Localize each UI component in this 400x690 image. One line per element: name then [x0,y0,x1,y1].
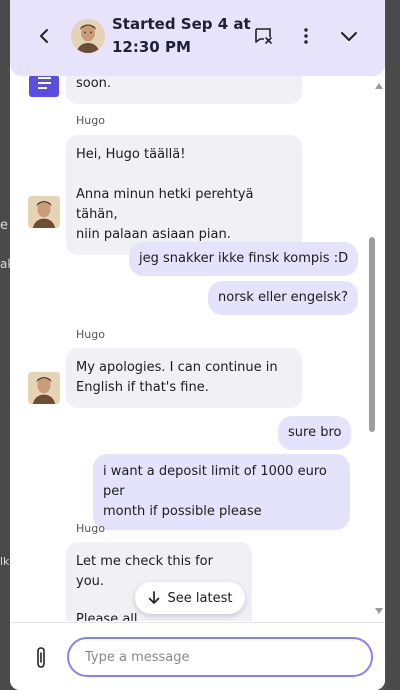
chat-title: Started Sep 4 at 12:30 PM [112,15,251,56]
message-text: i want a deposit limit of 1000 euro per [103,464,327,499]
chevron-left-icon [40,29,48,43]
paperclip-icon [37,647,45,668]
message-bubble-outgoing: jeg snakker ikke finsk kompis :D [129,242,359,276]
sender-name: Hugo [76,114,105,127]
scrollbar-thumb[interactable] [369,237,375,432]
message-bubble-outgoing: sure bro [278,416,352,450]
chat-bubble-icon [38,77,51,89]
message-text: month if possible please [103,504,262,519]
background-text: lk [0,555,10,568]
message-text: norsk eller engelsk? [218,290,348,305]
end-chat-button[interactable] [248,21,278,51]
end-chat-icon [255,28,272,44]
message-text: My apologies. I can continue in [76,360,278,375]
more-options-button[interactable] [291,21,321,51]
person-photo-icon [28,372,60,404]
background-text: e [0,218,8,233]
more-vertical-icon [304,28,308,44]
message-text: sure bro [288,425,342,440]
message-bubble-incoming: soon. [66,76,302,104]
agent-avatar [71,19,105,53]
message-text: soon. [76,76,112,91]
sender-name: Hugo [76,328,105,341]
chat-panel: Started Sep 4 at 12:30 PM soon. Hugo Hei… [10,0,385,690]
bot-message-icon [29,76,59,97]
see-latest-button[interactable]: See latest [135,582,245,614]
person-photo-icon [28,196,60,228]
scroll-up-arrow-icon[interactable] [375,83,383,89]
message-bubble-outgoing: i want a deposit limit of 1000 euro per … [93,454,350,530]
see-latest-label: See latest [167,590,233,606]
message-text: Anna minun hetki perehtyä tähän, [76,187,254,222]
chevron-down-icon [341,32,357,41]
scroll-down-arrow-icon[interactable] [375,608,383,614]
back-button[interactable] [29,21,59,51]
arrow-down-icon [148,591,159,604]
agent-avatar [28,372,60,404]
person-photo-icon [71,19,105,53]
message-bubble-incoming: Hei, Hugo täällä! Anna minun hetki pereh… [66,135,302,255]
message-text: jeg snakker ikke finsk kompis :D [139,251,349,266]
message-input[interactable] [67,637,373,677]
minimize-button[interactable] [334,21,364,51]
composer [10,622,385,690]
message-text: English if that's fine. [76,380,209,395]
chat-header: Started Sep 4 at 12:30 PM [10,0,385,76]
message-list[interactable]: soon. Hugo Hei, Hugo täällä! Anna minun … [10,76,385,621]
attach-button[interactable] [26,643,56,673]
message-text: Hei, Hugo täällä! [76,147,186,162]
agent-avatar [28,196,60,228]
sender-name: Hugo [76,522,105,535]
message-bubble-outgoing: norsk eller engelsk? [208,281,358,315]
background-right-strip [386,0,400,690]
message-bubble-incoming: My apologies. I can continue in English … [66,348,302,408]
